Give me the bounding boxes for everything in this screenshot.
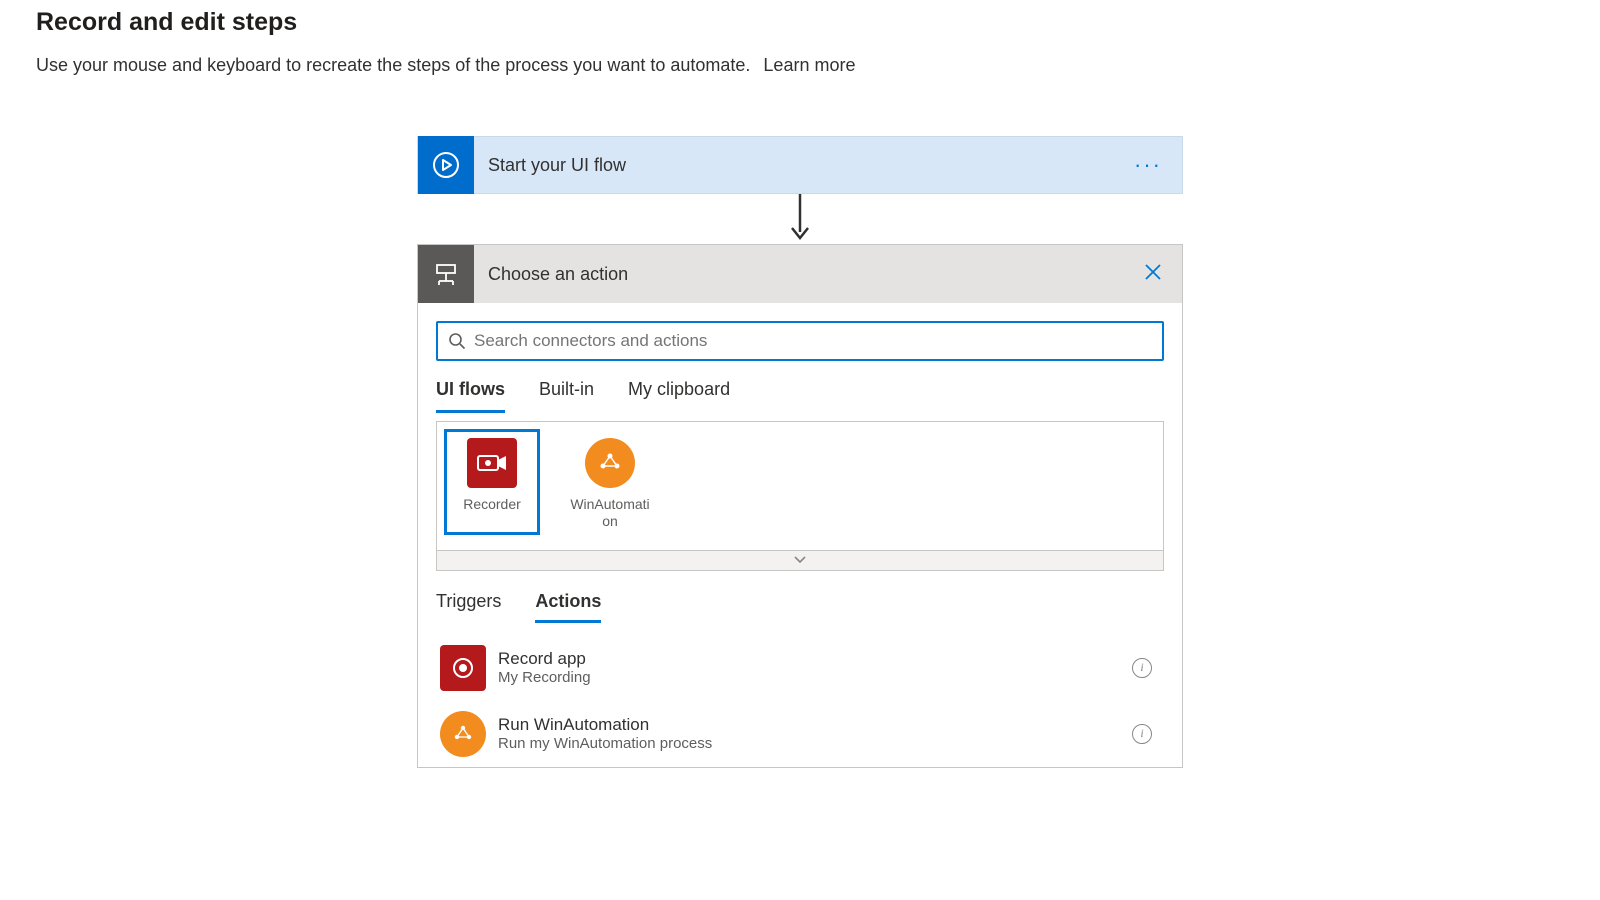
play-circle-icon — [418, 136, 474, 194]
start-flow-label: Start your UI flow — [474, 155, 1114, 176]
subtitle-text: Use your mouse and keyboard to recreate … — [36, 55, 750, 75]
record-app-icon — [440, 645, 486, 691]
recorder-icon — [467, 438, 517, 488]
page-subtitle: Use your mouse and keyboard to recreate … — [36, 55, 1564, 76]
action-item-record-app[interactable]: Record app My Recording i — [436, 635, 1164, 701]
tab-built-in[interactable]: Built-in — [539, 379, 594, 413]
action-item-run-winautomation[interactable]: Run WinAutomation Run my WinAutomation p… — [436, 701, 1164, 767]
connector-recorder-label: Recorder — [463, 496, 521, 513]
connectors-panel: Recorder — [436, 421, 1164, 551]
connector-winautomation-label: WinAutomation — [569, 496, 651, 530]
choose-action-card: Choose an action — [417, 244, 1183, 768]
action-item-sub: Run my WinAutomation process — [498, 735, 1132, 752]
choose-action-header: Choose an action — [418, 245, 1182, 303]
info-icon[interactable]: i — [1132, 658, 1152, 678]
action-placeholder-icon — [418, 245, 474, 303]
info-icon[interactable]: i — [1132, 724, 1152, 744]
tab-my-clipboard[interactable]: My clipboard — [628, 379, 730, 413]
connector-tabs: UI flows Built-in My clipboard — [418, 361, 1182, 413]
action-item-title: Run WinAutomation — [498, 715, 1132, 735]
action-item-text: Run WinAutomation Run my WinAutomation p… — [498, 715, 1132, 752]
tab-ui-flows[interactable]: UI flows — [436, 379, 505, 413]
flow-arrow-icon — [790, 194, 810, 244]
connector-winautomation[interactable]: WinAutomation — [565, 432, 655, 532]
close-button[interactable] — [1124, 261, 1182, 287]
run-winautomation-icon — [440, 711, 486, 757]
choose-action-title: Choose an action — [474, 264, 1124, 285]
search-icon — [448, 332, 466, 350]
action-item-title: Record app — [498, 649, 1132, 669]
tab-triggers[interactable]: Triggers — [436, 591, 501, 623]
more-menu-button[interactable]: ··· — [1114, 152, 1182, 178]
tab-actions[interactable]: Actions — [535, 591, 601, 623]
connector-recorder[interactable]: Recorder — [447, 432, 537, 532]
expand-connectors-button[interactable] — [436, 551, 1164, 571]
action-sub-tabs: Triggers Actions — [418, 571, 1182, 623]
winautomation-icon — [585, 438, 635, 488]
learn-more-link[interactable]: Learn more — [763, 55, 855, 75]
actions-list: Record app My Recording i — [418, 623, 1182, 767]
action-item-text: Record app My Recording — [498, 649, 1132, 686]
chevron-down-icon — [793, 555, 807, 565]
page-title: Record and edit steps — [36, 8, 1564, 37]
close-icon — [1144, 263, 1162, 281]
action-item-sub: My Recording — [498, 669, 1132, 686]
search-input[interactable] — [474, 331, 1152, 351]
start-flow-card[interactable]: Start your UI flow ··· — [417, 136, 1183, 194]
search-box[interactable] — [436, 321, 1164, 361]
